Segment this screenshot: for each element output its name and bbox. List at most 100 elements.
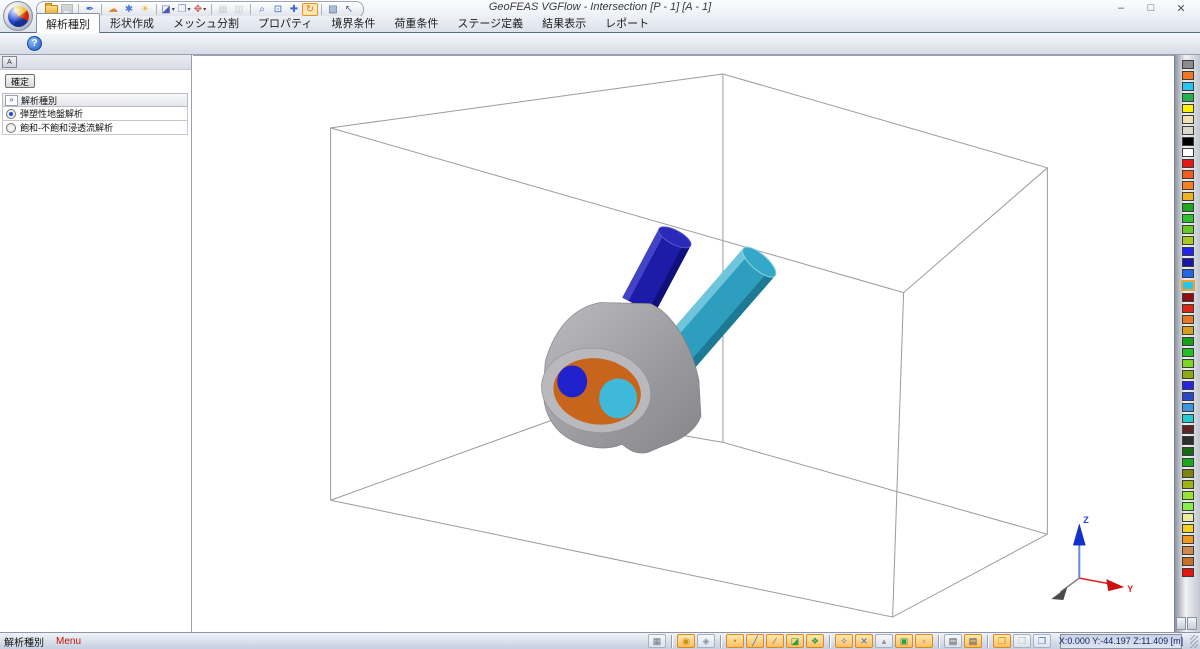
color-swatch-7[interactable] bbox=[1181, 137, 1194, 146]
layout-single-icon[interactable]: ❐ bbox=[993, 634, 1011, 648]
z-axis-arrow-icon bbox=[1072, 523, 1086, 546]
analysis-type-header[interactable]: » 解析種別 bbox=[2, 94, 188, 107]
resize-grip[interactable] bbox=[1190, 634, 1198, 648]
color-swatch-22[interactable] bbox=[1181, 304, 1194, 313]
color-swatch-2[interactable] bbox=[1181, 82, 1194, 91]
color-swatch-15[interactable] bbox=[1181, 225, 1194, 234]
panel-pin-icon[interactable]: A bbox=[2, 56, 17, 68]
color-swatch-38[interactable] bbox=[1181, 480, 1194, 489]
tab-9[interactable]: レポート bbox=[596, 13, 658, 32]
color-swatch-34[interactable] bbox=[1181, 436, 1194, 445]
analysis-option-1[interactable]: 弾塑性地盤解析 bbox=[2, 107, 188, 121]
y-axis-label: Y bbox=[1127, 584, 1133, 594]
color-swatch-13[interactable] bbox=[1181, 203, 1194, 212]
color-swatch-24[interactable] bbox=[1181, 326, 1194, 335]
color-swatch-33[interactable] bbox=[1181, 425, 1194, 434]
select-face-icon[interactable]: ▴ bbox=[875, 634, 893, 648]
snap-toggle-icon[interactable]: ◉ bbox=[677, 634, 695, 648]
color-swatch-27[interactable] bbox=[1181, 359, 1194, 368]
status-bar: 解析種別 Menu ▦ ◉ ◈ • ╱ ∕ ◪ ❖ ✧ ✕ ▴ ▣ ▫ ▤ ▤ ❐ ❐ ❐ X:0.000 Y:-… bbox=[0, 632, 1200, 649]
tab-8[interactable]: 結果表示 bbox=[533, 13, 595, 32]
draw-surface-icon[interactable]: ◪ bbox=[786, 634, 804, 648]
radio-icon[interactable] bbox=[6, 122, 16, 133]
palette-scroll-up-button[interactable] bbox=[1176, 617, 1186, 630]
collapse-chevron-icon[interactable]: » bbox=[5, 94, 18, 106]
show-mesh-icon[interactable]: ▫ bbox=[915, 634, 933, 648]
draw-solid-icon[interactable]: ❖ bbox=[806, 634, 824, 648]
color-swatch-6[interactable] bbox=[1181, 126, 1194, 135]
color-swatch-30[interactable] bbox=[1181, 392, 1194, 401]
color-swatch-11[interactable] bbox=[1181, 181, 1194, 190]
color-swatch-5[interactable] bbox=[1181, 115, 1194, 124]
print-view-icon[interactable]: ▤ bbox=[944, 634, 962, 648]
analysis-option-2[interactable]: 飽和-不飽和浸透流解析 bbox=[2, 121, 188, 135]
status-menu-link[interactable]: Menu bbox=[56, 636, 81, 647]
grid-view-icon[interactable]: ▦ bbox=[648, 634, 666, 648]
draw-point-icon[interactable]: • bbox=[726, 634, 744, 648]
print-view-alt-icon[interactable]: ▤ bbox=[964, 634, 982, 648]
color-swatch-46[interactable] bbox=[1181, 568, 1194, 577]
lock-toggle-icon[interactable]: ◈ bbox=[697, 634, 715, 648]
layout-split-icon[interactable]: ❐ bbox=[1013, 634, 1031, 648]
color-swatch-8[interactable] bbox=[1181, 148, 1194, 157]
tab-2[interactable]: 形状作成 bbox=[101, 13, 163, 32]
tab-1[interactable]: 解析種別 bbox=[36, 13, 100, 33]
color-swatch-29[interactable] bbox=[1181, 381, 1194, 390]
color-swatch-41[interactable] bbox=[1181, 513, 1194, 522]
color-swatch-10[interactable] bbox=[1181, 170, 1194, 179]
color-swatch-42[interactable] bbox=[1181, 524, 1194, 533]
status-tool-group-5: ▤ ▤ bbox=[943, 634, 983, 648]
color-swatch-25[interactable] bbox=[1181, 337, 1194, 346]
color-swatch-45[interactable] bbox=[1181, 557, 1194, 566]
color-swatch-31[interactable] bbox=[1181, 403, 1194, 412]
color-swatch-4[interactable] bbox=[1181, 104, 1194, 113]
select-edge-icon[interactable]: ✕ bbox=[855, 634, 873, 648]
color-swatch-17[interactable] bbox=[1181, 247, 1194, 256]
tab-3[interactable]: メッシュ分割 bbox=[164, 13, 248, 32]
close-button[interactable]: ✕ bbox=[1166, 0, 1196, 16]
maximize-button[interactable]: □ bbox=[1136, 0, 1166, 16]
draw-line-icon[interactable]: ╱ bbox=[746, 634, 764, 648]
analysis-panel: A 確定 » 解析種別 弾塑性地盤解析飽和-不飽和浸透流解析 bbox=[0, 55, 192, 632]
tab-6[interactable]: 荷重条件 bbox=[385, 13, 447, 32]
layout-quad-icon[interactable]: ❐ bbox=[1033, 634, 1051, 648]
color-swatch-3[interactable] bbox=[1181, 93, 1194, 102]
color-swatch-28[interactable] bbox=[1181, 370, 1194, 379]
radio-icon[interactable] bbox=[6, 108, 16, 119]
color-swatch-14[interactable] bbox=[1181, 214, 1194, 223]
minimize-button[interactable]: – bbox=[1106, 0, 1136, 16]
color-swatch-40[interactable] bbox=[1181, 502, 1194, 511]
color-swatch-35[interactable] bbox=[1181, 447, 1194, 456]
analysis-option-label: 弾塑性地盤解析 bbox=[20, 109, 84, 119]
color-swatch-37[interactable] bbox=[1181, 469, 1194, 478]
draw-polyline-icon[interactable]: ∕ bbox=[766, 634, 784, 648]
color-swatch-39[interactable] bbox=[1181, 491, 1194, 500]
palette-scroll-down-button[interactable] bbox=[1187, 617, 1197, 630]
tab-4[interactable]: プロパティ bbox=[249, 13, 321, 32]
color-swatch-26[interactable] bbox=[1181, 348, 1194, 357]
color-swatch-18[interactable] bbox=[1181, 258, 1194, 267]
color-swatch-9[interactable] bbox=[1181, 159, 1194, 168]
color-swatch-0[interactable] bbox=[1181, 60, 1194, 69]
color-swatch-19[interactable] bbox=[1181, 269, 1194, 278]
help-button[interactable]: ? bbox=[27, 36, 42, 51]
color-swatch-43[interactable] bbox=[1181, 535, 1194, 544]
select-node-icon[interactable]: ✧ bbox=[835, 634, 853, 648]
viewport-3d[interactable]: Z Y bbox=[193, 55, 1174, 632]
confirm-button[interactable]: 確定 bbox=[5, 74, 35, 88]
color-swatch-1[interactable] bbox=[1181, 71, 1194, 80]
color-swatch-21[interactable] bbox=[1181, 293, 1194, 302]
show-solid-icon[interactable]: ▣ bbox=[895, 634, 913, 648]
color-swatch-44[interactable] bbox=[1181, 546, 1194, 555]
color-swatch-36[interactable] bbox=[1181, 458, 1194, 467]
color-swatch-12[interactable] bbox=[1181, 192, 1194, 201]
tab-5[interactable]: 境界条件 bbox=[322, 13, 384, 32]
tunnel-bore-cyan bbox=[599, 378, 638, 419]
tab-7[interactable]: ステージ定義 bbox=[448, 13, 532, 32]
viewport-canvas: Z Y bbox=[330, 73, 1133, 618]
color-swatch-23[interactable] bbox=[1181, 315, 1194, 324]
color-swatch-16[interactable] bbox=[1181, 236, 1194, 245]
color-swatch-32[interactable] bbox=[1181, 414, 1194, 423]
color-swatch-20[interactable] bbox=[1180, 280, 1195, 291]
application-menu-button[interactable] bbox=[3, 1, 33, 31]
